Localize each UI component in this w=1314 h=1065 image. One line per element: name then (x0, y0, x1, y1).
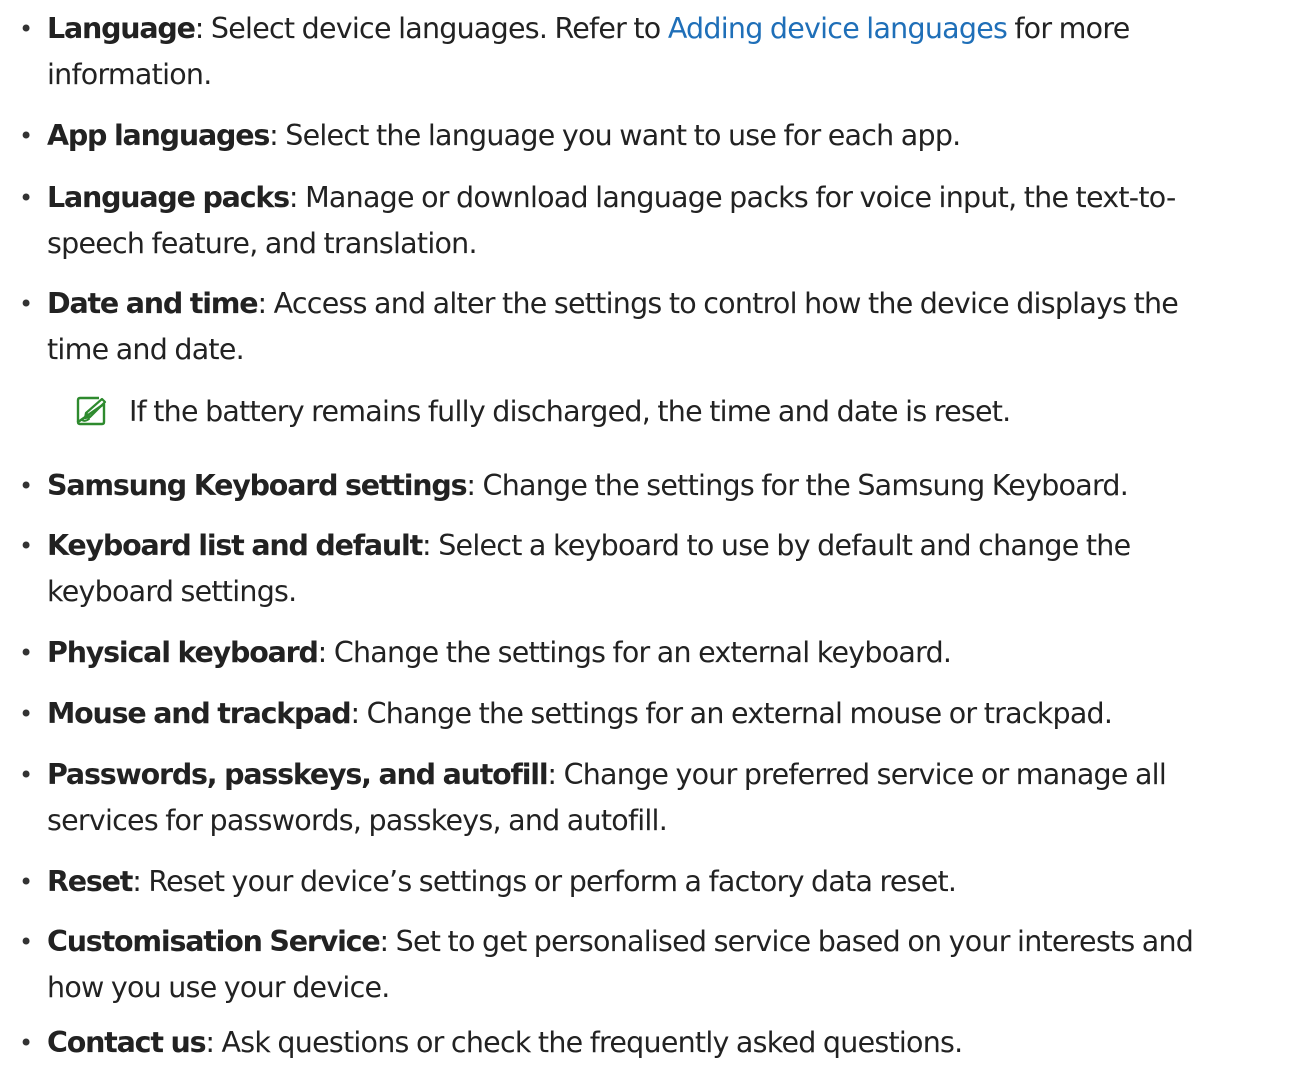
bullet: • (19, 928, 34, 956)
item-term: Keyboard list and default (47, 529, 423, 562)
item-term: Mouse and trackpad (47, 697, 352, 730)
item-term: Reset (47, 865, 133, 898)
item-term: Customisation Service (47, 925, 381, 958)
item-term: Language packs (47, 181, 290, 214)
item-line: services for passwords, passkeys, and au… (47, 804, 668, 837)
item-line: Physical keyboard: Change the settings f… (47, 636, 952, 669)
settings-document: • Language: Select device languages. Ref… (0, 0, 1314, 1063)
item-line: Language packs: Manage or download langu… (47, 181, 1176, 214)
adding-device-languages-link[interactable]: Adding device languages (668, 12, 1008, 45)
bullet: • (19, 868, 34, 896)
item-term: Physical keyboard (47, 636, 319, 669)
item-line: speech feature, and translation. (47, 227, 478, 260)
item-line: App languages: Select the language you w… (47, 119, 961, 152)
item-term: Contact us (47, 1026, 207, 1059)
bullet: • (19, 184, 34, 212)
item-line: Language: Select device languages. Refer… (47, 12, 1130, 45)
item-line: Customisation Service: Set to get person… (47, 925, 1194, 958)
item-term: Samsung Keyboard settings (47, 469, 468, 502)
item-line: Mouse and trackpad: Change the settings … (47, 697, 1113, 730)
item-term: Passwords, passkeys, and autofill (47, 758, 549, 791)
bullet: • (19, 700, 34, 728)
item-line: information. (47, 58, 212, 91)
bullet: • (19, 290, 34, 318)
item-line: Contact us: Ask questions or check the f… (47, 1026, 963, 1059)
item-line: time and date. (47, 333, 245, 366)
bullet: • (19, 1029, 34, 1057)
bullet: • (19, 122, 34, 150)
item-line: keyboard settings. (47, 575, 297, 608)
bullet: • (19, 639, 34, 667)
item-line: Keyboard list and default: Select a keyb… (47, 529, 1131, 562)
item-term: Date and time (47, 287, 259, 320)
item-term: App languages (47, 119, 270, 152)
item-term: Language (47, 12, 196, 45)
item-line: Samsung Keyboard settings: Change the se… (47, 469, 1129, 502)
bullet: • (19, 472, 34, 500)
item-line: Date and time: Access and alter the sett… (47, 287, 1179, 320)
bullet: • (19, 532, 34, 560)
bullet: • (19, 761, 34, 789)
item-line: how you use your device. (47, 971, 390, 1004)
item-line: Passwords, passkeys, and autofill: Chang… (47, 758, 1167, 791)
note-text: If the battery remains fully discharged,… (129, 395, 1011, 428)
note-pencil-icon (75, 395, 107, 427)
item-line: Reset: Reset your device’s settings or p… (47, 865, 957, 898)
bullet: • (19, 15, 34, 43)
